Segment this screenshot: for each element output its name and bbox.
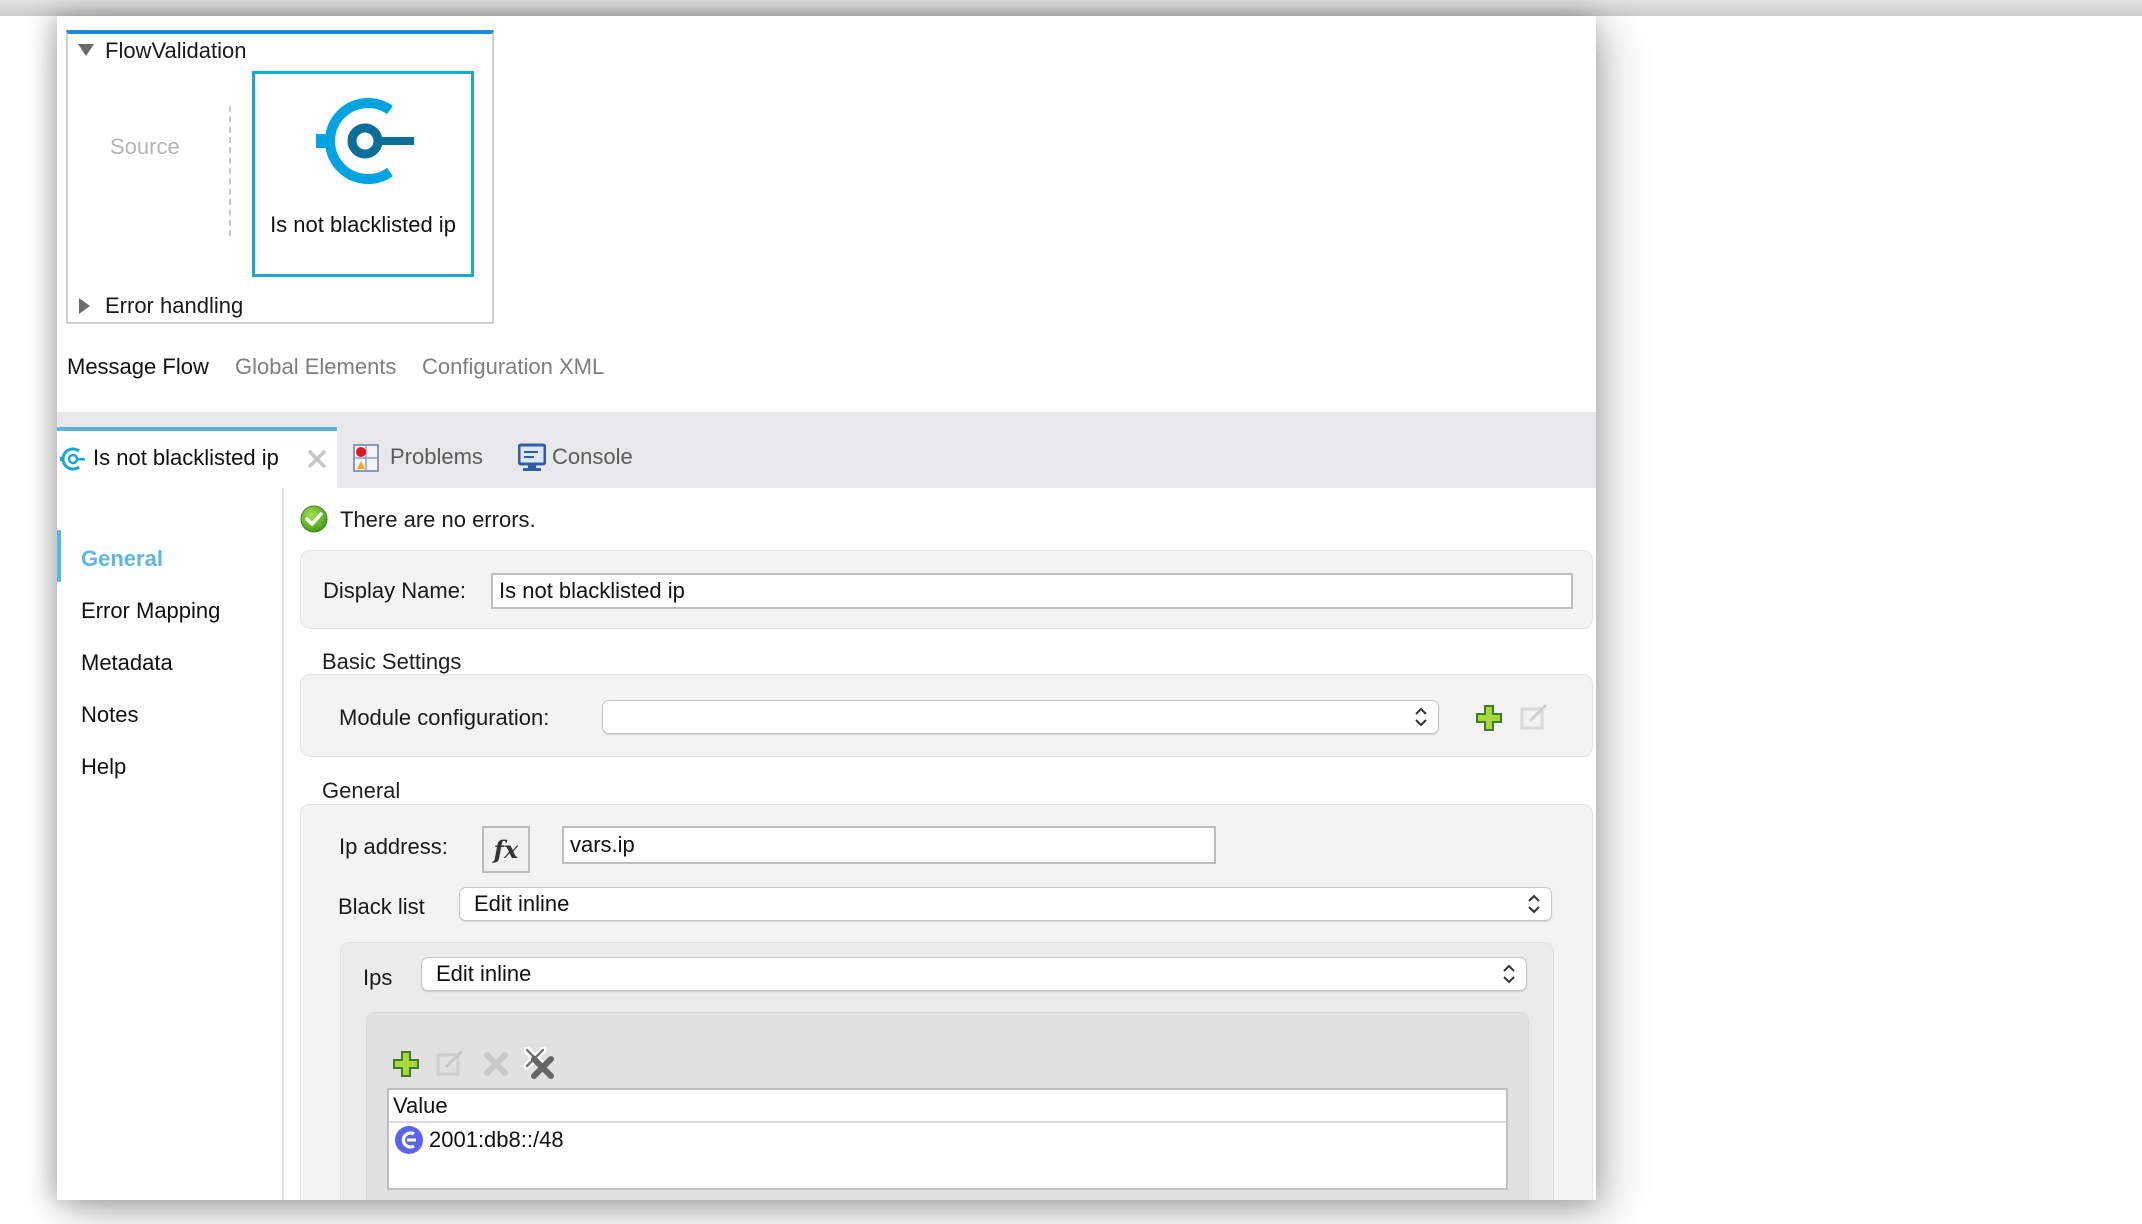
tab-title: Is not blacklisted ip: [93, 445, 279, 470]
source-divider: [229, 106, 231, 236]
display-name-value: Is not blacklisted ip: [499, 578, 685, 603]
ip-address-input[interactable]: vars.ip: [562, 826, 1216, 864]
desktop-background: [0, 0, 2142, 16]
module-config-label: Module configuration:: [339, 705, 550, 730]
close-icon[interactable]: [307, 449, 327, 469]
table-cell-value: 2001:db8::/48: [429, 1127, 564, 1152]
ip-address-value: vars.ip: [570, 832, 635, 857]
black-list-select[interactable]: Edit inline: [459, 887, 1552, 921]
validation-connector-icon: [60, 447, 85, 471]
delete-all-icon[interactable]: [523, 1047, 555, 1079]
source-placeholder: Source: [110, 134, 180, 159]
validation-connector-icon: [316, 98, 414, 184]
tab-configuration-xml[interactable]: Configuration XML: [422, 354, 604, 380]
ips-table: Value 2001:db8::/48: [387, 1088, 1508, 1190]
general-section-title: General: [322, 778, 401, 803]
sidebar-item-metadata[interactable]: Metadata: [81, 650, 173, 676]
sidebar-item-notes[interactable]: Notes: [81, 702, 138, 728]
tab-console[interactable]: Console: [518, 442, 678, 478]
display-name-input[interactable]: Is not blacklisted ip: [491, 573, 1573, 609]
chevron-updown-icon: [1503, 964, 1515, 984]
fx-toggle-button[interactable]: fx: [482, 826, 530, 873]
component-card[interactable]: Is not blacklisted ip: [252, 71, 474, 277]
fx-label: fx: [493, 835, 519, 864]
tab-console-label: Console: [552, 444, 633, 469]
tab-component-properties[interactable]: Is not blacklisted ip: [57, 427, 337, 488]
edit-item-icon[interactable]: [436, 1048, 466, 1076]
check-circle-icon: [300, 505, 328, 533]
console-icon: [518, 443, 546, 471]
display-name-label: Display Name:: [323, 578, 467, 603]
edit-icon[interactable]: [1520, 702, 1550, 730]
flow-name: FlowValidation: [105, 38, 247, 63]
status-message: There are no errors.: [340, 507, 536, 532]
chevron-updown-icon: [1528, 894, 1540, 914]
delete-item-icon[interactable]: [482, 1050, 510, 1078]
sidebar-item-help[interactable]: Help: [81, 754, 126, 780]
module-config-select[interactable]: [602, 700, 1439, 734]
tab-global-elements[interactable]: Global Elements: [235, 354, 396, 380]
component-label: Is not blacklisted ip: [270, 212, 456, 237]
tab-problems[interactable]: Problems: [352, 442, 542, 478]
ips-select[interactable]: Edit inline: [421, 957, 1527, 991]
error-handling-label[interactable]: Error handling: [105, 293, 243, 319]
sidebar-item-general[interactable]: General: [81, 546, 163, 572]
column-header-value[interactable]: Value: [389, 1090, 1506, 1123]
sidebar-active-indicator: [57, 530, 61, 582]
add-icon[interactable]: [1475, 704, 1503, 732]
black-list-value: Edit inline: [474, 891, 570, 916]
ip-address-label: Ip address:: [339, 834, 448, 859]
sidebar-item-error-mapping[interactable]: Error Mapping: [81, 598, 220, 624]
collapse-triangle-icon[interactable]: [78, 44, 94, 56]
expression-icon: [395, 1126, 423, 1154]
tab-message-flow[interactable]: Message Flow: [67, 354, 209, 380]
add-item-icon[interactable]: [392, 1050, 420, 1078]
chevron-updown-icon: [1415, 707, 1427, 727]
table-row[interactable]: 2001:db8::/48: [389, 1123, 1506, 1157]
basic-settings-title: Basic Settings: [322, 649, 462, 674]
sidebar-divider: [282, 488, 284, 1200]
studio-window: FlowValidation Source Is not blacklisted…: [57, 16, 1596, 1200]
expand-triangle-icon[interactable]: [79, 298, 90, 314]
ips-label: Ips: [363, 965, 393, 990]
ips-value: Edit inline: [436, 961, 532, 986]
tab-problems-label: Problems: [390, 444, 483, 469]
problems-icon: [353, 444, 379, 472]
black-list-label: Black list: [338, 894, 425, 919]
